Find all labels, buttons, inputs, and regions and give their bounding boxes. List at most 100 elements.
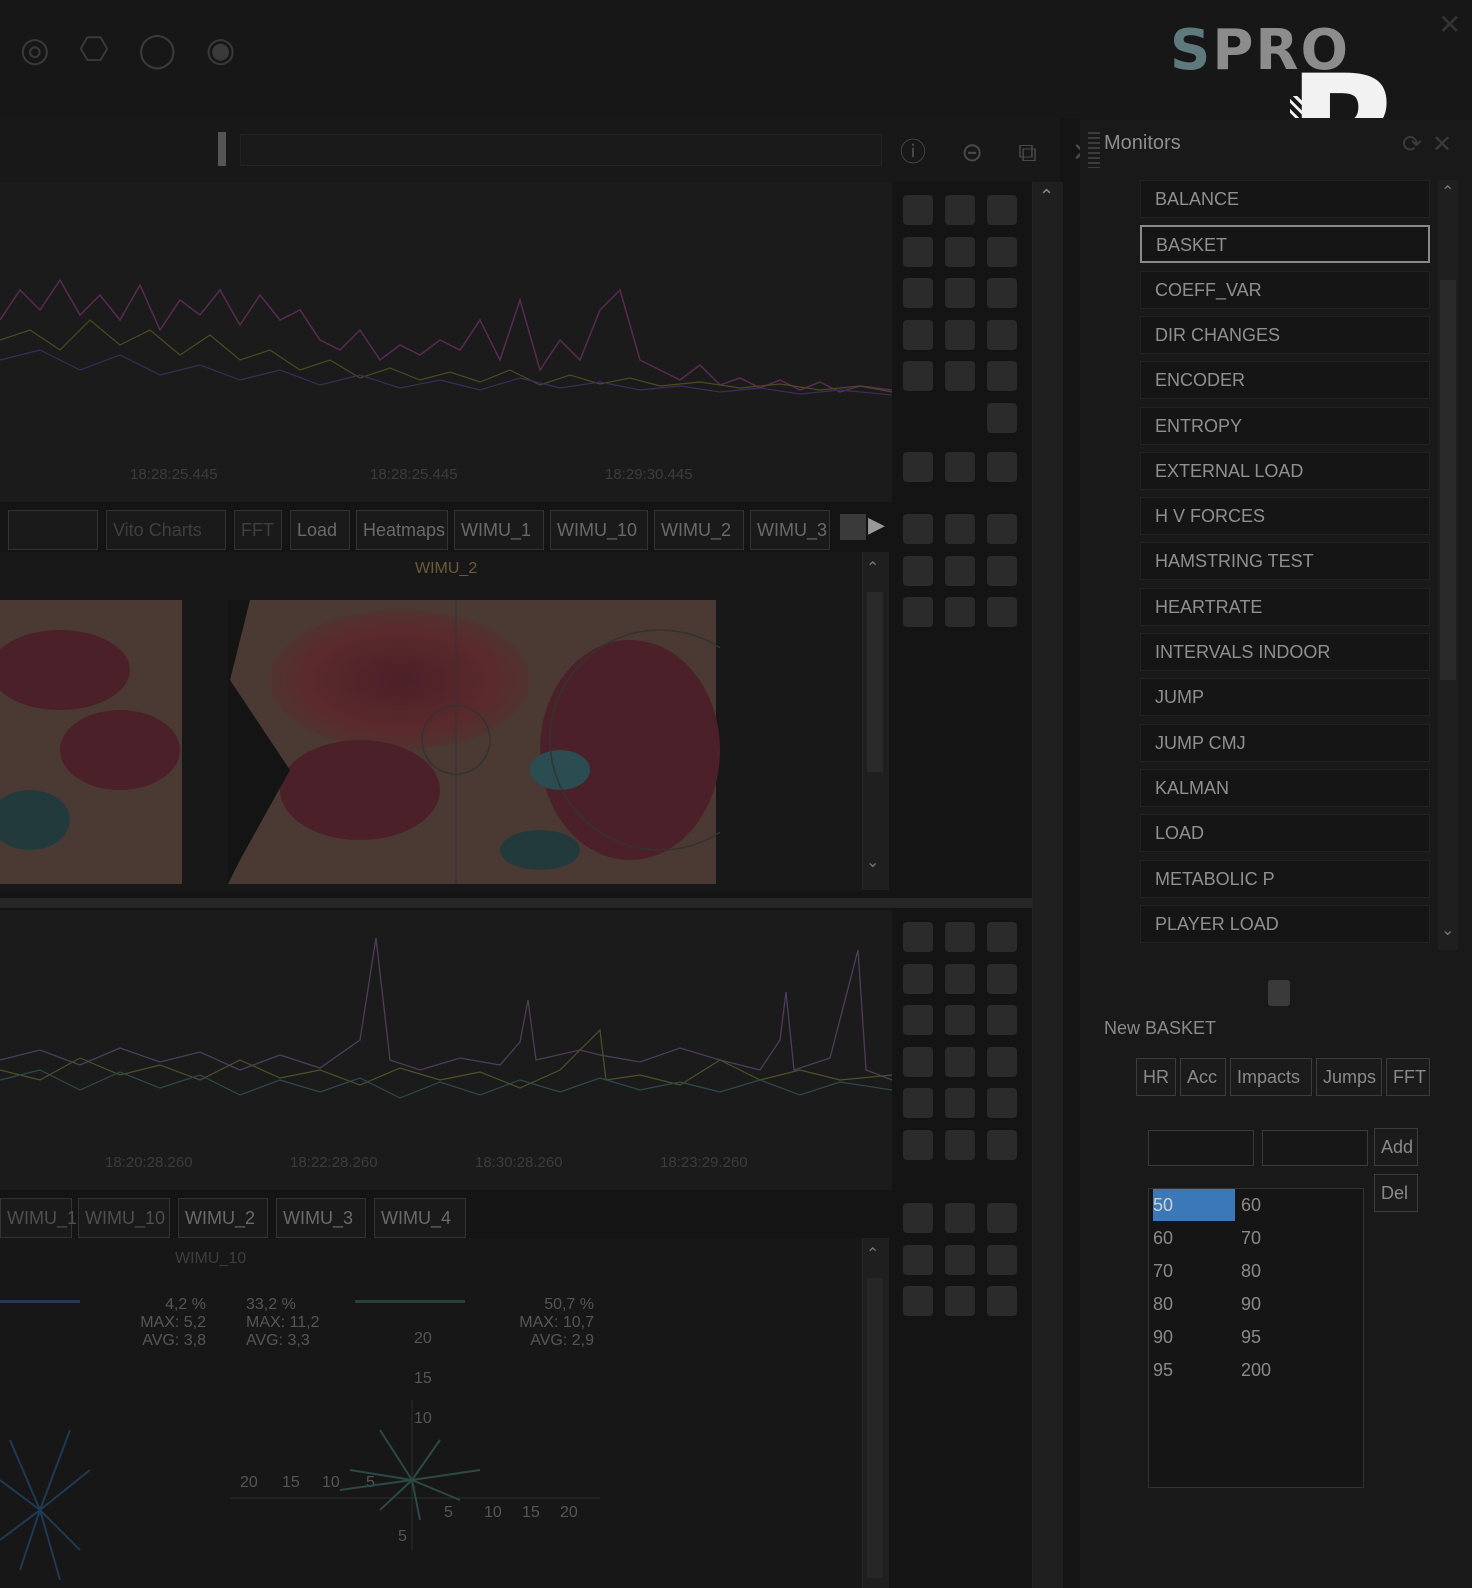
bookmark-icon[interactable]: [945, 1244, 975, 1275]
play-icon[interactable]: [903, 514, 933, 544]
link-icon[interactable]: [903, 922, 933, 952]
save-icon[interactable]: [903, 555, 933, 586]
scroll-up-icon[interactable]: ⌃: [866, 558, 879, 578]
tab-heatmaps[interactable]: Heatmaps: [356, 510, 448, 550]
tab-bottom-wimu-1[interactable]: WIMU_1: [0, 1198, 77, 1238]
tab-bottom-wimu-3[interactable]: WIMU_3: [276, 1198, 366, 1238]
monitor-item-player-load[interactable]: PLAYER LOAD: [1140, 904, 1430, 943]
copy-window-icon[interactable]: [945, 195, 975, 225]
list-icon[interactable]: [945, 963, 975, 994]
basket-tab-acc[interactable]: Acc: [1180, 1058, 1226, 1096]
comment-icon[interactable]: [987, 555, 1017, 586]
save-icon[interactable]: [903, 1244, 933, 1275]
monitor-item-balance[interactable]: BALANCE: [1140, 180, 1430, 218]
bookmark-icon[interactable]: [1268, 980, 1290, 1006]
copy-window-icon[interactable]: [945, 922, 975, 952]
refresh-icon[interactable]: ⟳: [1402, 130, 1422, 159]
monitor-item-heartrate[interactable]: HEARTRATE: [1140, 587, 1430, 626]
toolbar-actions[interactable]: ⓘ ⊝ ⧉ ✕: [900, 132, 1108, 169]
radar-scroll-thumb[interactable]: [867, 1278, 883, 1578]
calculator-icon[interactable]: [945, 1046, 975, 1077]
list-icon[interactable]: [945, 236, 975, 267]
range-row[interactable]: 60 70: [1149, 1222, 1359, 1254]
cloud-icon[interactable]: [987, 1286, 1017, 1316]
range-max-input[interactable]: [1262, 1130, 1368, 1166]
titlebar-icons[interactable]: ◎ ⎔ ◯ ◉: [20, 30, 300, 78]
timeline-slider-thumb[interactable]: [218, 132, 226, 166]
monitor-scroll-down-icon[interactable]: ⌄: [1441, 920, 1454, 940]
close-icon[interactable]: ✕: [1438, 8, 1461, 41]
print-icon[interactable]: [945, 1005, 975, 1035]
history-icon[interactable]: [987, 1088, 1017, 1118]
image-icon[interactable]: [987, 402, 1017, 433]
copy-icon[interactable]: [903, 361, 933, 391]
range-row[interactable]: 80 90: [1149, 1288, 1359, 1320]
basket-tab-jumps[interactable]: Jumps: [1316, 1058, 1382, 1096]
basket-tab-impacts[interactable]: Impacts: [1230, 1058, 1312, 1096]
sidebar-grip[interactable]: [1088, 132, 1100, 168]
monitor-item-kalman[interactable]: KALMAN: [1140, 768, 1430, 807]
sidebar-close-icon[interactable]: ✕: [1432, 130, 1452, 159]
tab-wimu-3[interactable]: WIMU_3: [750, 510, 830, 550]
monitor-item-jump-cmj[interactable]: JUMP CMJ: [1140, 723, 1430, 762]
add-button[interactable]: Add: [1374, 1128, 1418, 1166]
timer-icon[interactable]: [945, 361, 975, 391]
monitor-item-h-v-forces[interactable]: H V FORCES: [1140, 497, 1430, 536]
monitor-item-metabolic-p[interactable]: METABOLIC P: [1140, 859, 1430, 898]
report-icon[interactable]: [903, 319, 933, 350]
pie-chart-icon[interactable]: [945, 452, 975, 482]
grid-icon[interactable]: [903, 1129, 933, 1160]
timeline-track[interactable]: [240, 134, 882, 166]
tab-vito-charts[interactable]: Vito Charts: [106, 510, 226, 550]
cloud-icon[interactable]: [987, 597, 1017, 627]
refresh-icon[interactable]: [945, 1203, 975, 1233]
print-icon[interactable]: [945, 278, 975, 308]
link-icon[interactable]: [903, 195, 933, 225]
tab-scroll-left[interactable]: [840, 514, 866, 540]
tab-bottom-wimu-2[interactable]: WIMU_2: [178, 1198, 268, 1238]
gauge-icon[interactable]: [987, 452, 1017, 482]
settings-icon[interactable]: [903, 963, 933, 994]
comment-icon[interactable]: [987, 1244, 1017, 1275]
monitor-scroll-thumb[interactable]: [1440, 280, 1456, 680]
tab-bottom-wimu-10[interactable]: WIMU_10: [78, 1198, 170, 1238]
tab-wimu-10[interactable]: WIMU_10: [550, 510, 648, 550]
monitor-item-encoder[interactable]: ENCODER: [1140, 361, 1430, 400]
report-icon[interactable]: [903, 1046, 933, 1077]
tab-dim-0[interactable]: [8, 510, 98, 550]
grid-icon[interactable]: [903, 452, 933, 482]
main-scroll-up-icon[interactable]: ⌃: [1039, 186, 1054, 207]
range-row[interactable]: 95 200: [1149, 1354, 1359, 1386]
scroll-down-icon[interactable]: ⌄: [866, 852, 879, 872]
tab-bottom-wimu-4[interactable]: WIMU_4: [374, 1198, 466, 1238]
pie-chart-icon[interactable]: [945, 1129, 975, 1160]
upload-icon[interactable]: [945, 597, 975, 627]
radar-scroll-up-icon[interactable]: ⌃: [866, 1244, 879, 1264]
monitor-scroll-up-icon[interactable]: ⌃: [1441, 182, 1454, 202]
tab-load[interactable]: Load: [290, 510, 350, 550]
monitor-item-entropy[interactable]: ENTROPY: [1140, 406, 1430, 445]
refresh-icon[interactable]: [945, 514, 975, 544]
tab-fft[interactable]: FFT: [234, 510, 282, 550]
range-row[interactable]: 90 95: [1149, 1321, 1359, 1353]
radar-scrollbar[interactable]: ⌃: [862, 1238, 889, 1588]
export-icon[interactable]: [987, 278, 1017, 308]
save-icon[interactable]: [903, 1005, 933, 1035]
monitor-item-hamstring-test[interactable]: HAMSTRING TEST: [1140, 542, 1430, 581]
monitor-item-coeff-var[interactable]: COEFF_VAR: [1140, 270, 1430, 309]
gauge-icon[interactable]: [987, 1129, 1017, 1160]
export-icon[interactable]: [987, 1005, 1017, 1035]
bookmark-icon[interactable]: [945, 555, 975, 586]
close-icon[interactable]: [987, 195, 1017, 225]
monitor-item-external-load[interactable]: EXTERNAL LOAD: [1140, 451, 1430, 490]
basket-tab-fft[interactable]: FFT: [1386, 1058, 1430, 1096]
timer-icon[interactable]: [945, 1088, 975, 1118]
print-icon[interactable]: [903, 597, 933, 627]
sum-icon[interactable]: [987, 319, 1017, 350]
bullet-list-icon[interactable]: [987, 963, 1017, 994]
tab-scroll-right-icon[interactable]: ▶: [868, 512, 885, 538]
upload-icon[interactable]: [945, 1286, 975, 1316]
tab-wimu-1[interactable]: WIMU_1: [454, 510, 544, 550]
monitor-item-load[interactable]: LOAD: [1140, 814, 1430, 853]
scroll-thumb[interactable]: [867, 592, 883, 772]
